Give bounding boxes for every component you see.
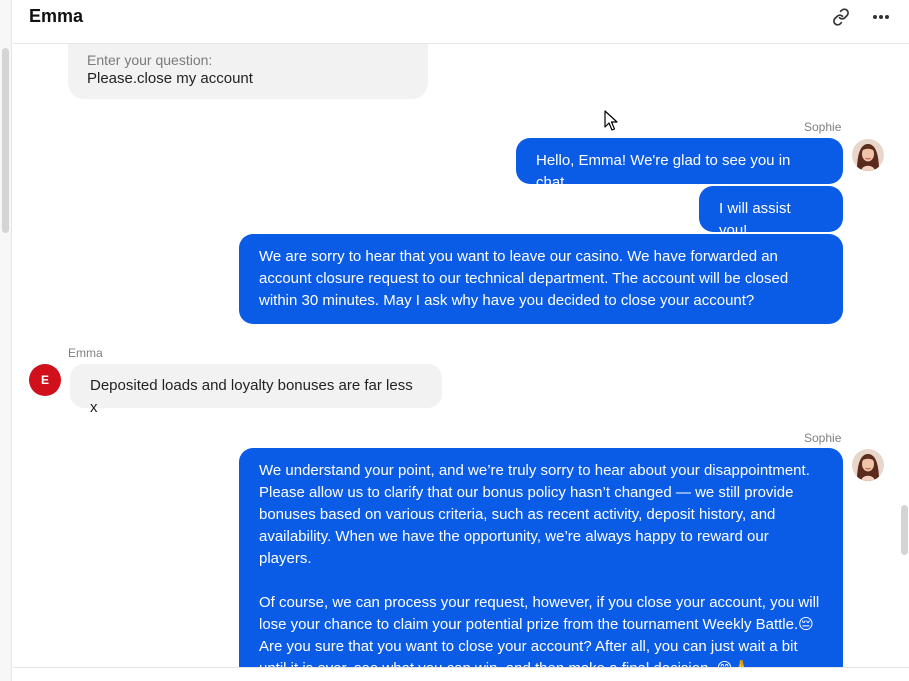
- user-message-1: Deposited loads and loyalty bonuses are …: [70, 364, 442, 416]
- user-message-text: Deposited loads and loyalty bonuses are …: [90, 377, 417, 416]
- composer-bar: [13, 667, 909, 681]
- chat-transcript[interactable]: Enter your question: Please.close my acc…: [13, 44, 909, 667]
- link-icon[interactable]: [830, 6, 852, 28]
- agent-message-paragraph: We understand your point, and we’re trul…: [259, 462, 810, 567]
- agent-message-4: We understand your point, and we’re trul…: [239, 448, 843, 667]
- more-horizontal-icon[interactable]: [870, 6, 892, 28]
- question-form-bubble: Enter your question: Please.close my acc…: [68, 44, 428, 99]
- agent-message-3: We are sorry to hear that you want to le…: [239, 234, 843, 324]
- agent-name-label: Sophie: [804, 120, 842, 134]
- agent-avatar-photo: [852, 449, 884, 481]
- chat-header: Emma: [13, 0, 909, 44]
- agent-message-paragraph: Of course, we can process your request, …: [259, 594, 820, 667]
- agent-message-text: We are sorry to hear that you want to le…: [259, 248, 793, 309]
- user-avatar: E: [29, 364, 61, 396]
- agent-message-1: Hello, Emma! We're glad to see you in ch…: [516, 138, 843, 191]
- right-scrollbar-thumb[interactable]: [901, 505, 908, 555]
- agent-name-label: Sophie: [804, 431, 842, 445]
- user-name-label: Emma: [68, 346, 103, 360]
- agent-avatar-photo: [852, 139, 884, 171]
- form-value: Please.close my account: [87, 70, 253, 87]
- mouse-cursor-icon: [604, 110, 620, 132]
- agent-message-2: I will assist you!: [699, 186, 843, 239]
- left-scrollbar[interactable]: [0, 0, 12, 681]
- chat-title: Emma: [29, 6, 84, 26]
- left-scrollbar-thumb[interactable]: [2, 48, 9, 233]
